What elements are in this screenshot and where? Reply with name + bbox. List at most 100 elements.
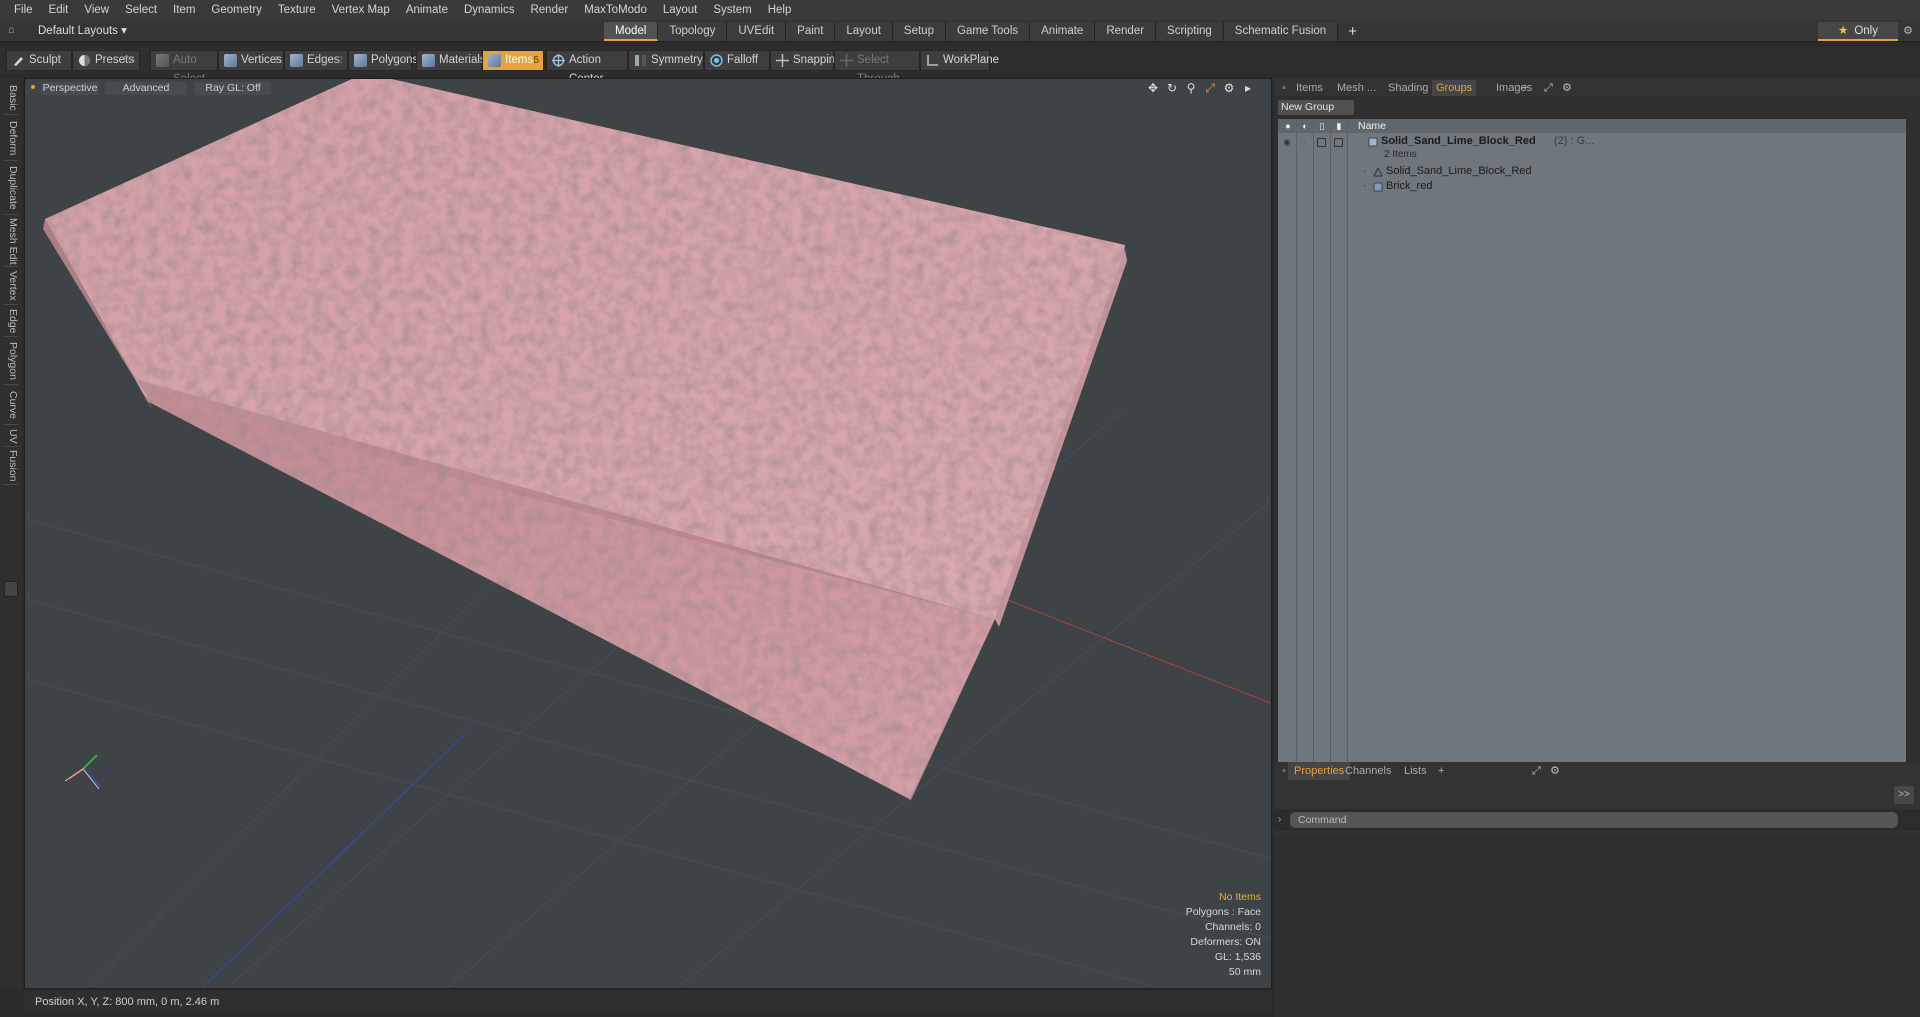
- items-button[interactable]: Items 5: [482, 50, 544, 71]
- command-input[interactable]: Command: [1290, 812, 1898, 828]
- group-child-row[interactable]: · Solid_Sand_Lime_Block_Red: [1278, 165, 1906, 180]
- viewport-gear-icon[interactable]: ⚙: [1222, 81, 1236, 95]
- tab-scripting[interactable]: Scripting: [1156, 22, 1224, 41]
- home-icon[interactable]: ⌂: [8, 24, 20, 36]
- name-column-header[interactable]: Name: [1358, 120, 1386, 132]
- select-column-icon[interactable]: ▮: [1334, 121, 1344, 131]
- bottom-maximize-icon[interactable]: ⤢: [1532, 762, 1541, 780]
- tab-schematic-fusion[interactable]: Schematic Fusion: [1223, 22, 1339, 41]
- tab-render[interactable]: Render: [1095, 22, 1157, 41]
- tab-game-tools[interactable]: Game Tools: [945, 22, 1031, 41]
- tab-uvedit[interactable]: UVEdit: [727, 22, 787, 41]
- only-button[interactable]: ★ Only: [1818, 22, 1898, 41]
- tab-layout[interactable]: Layout: [835, 22, 893, 41]
- action-center-button[interactable]: Action Center: [546, 50, 628, 85]
- left-tab-uv[interactable]: UV: [3, 426, 19, 446]
- left-tab-fusion[interactable]: Fusion: [3, 448, 19, 484]
- left-tab-mesh-edit[interactable]: Mesh Edit: [3, 216, 19, 266]
- tab-lists[interactable]: Lists: [1404, 762, 1427, 780]
- left-tab-basic[interactable]: Basic: [3, 82, 19, 114]
- polygons-button[interactable]: Polygons: [348, 50, 418, 71]
- tab-paint[interactable]: Paint: [786, 22, 836, 41]
- menu-item-file[interactable]: File: [6, 0, 41, 20]
- menu-item-select[interactable]: Select: [117, 0, 165, 20]
- fit-view-icon[interactable]: ⤢: [1203, 81, 1217, 95]
- tab-channels[interactable]: Channels: [1345, 762, 1391, 780]
- auto-select-button[interactable]: Auto Select: [150, 50, 218, 85]
- menu-item-item[interactable]: Item: [165, 0, 203, 20]
- 3d-viewport[interactable]: Perspective Advanced Ray GL: Off ✥ ↻ ⚲ ⤢…: [24, 78, 1272, 989]
- menu-item-geometry[interactable]: Geometry: [203, 0, 270, 20]
- expand-button[interactable]: >>: [1894, 786, 1914, 804]
- tab-mesh[interactable]: Mesh ...: [1337, 80, 1376, 96]
- snapping-button[interactable]: Snapping: [770, 50, 842, 71]
- panel-toggle-button[interactable]: [4, 581, 18, 597]
- left-tab-polygon[interactable]: Polygon: [3, 338, 19, 384]
- tab-setup[interactable]: Setup: [892, 22, 946, 41]
- left-tab-duplicate[interactable]: Duplicate: [3, 162, 19, 214]
- left-tab-deform[interactable]: Deform: [3, 116, 19, 160]
- tab-items[interactable]: Items: [1296, 80, 1323, 96]
- command-arrow-icon[interactable]: ›: [1278, 814, 1281, 825]
- shading-button[interactable]: Advanced: [105, 82, 187, 95]
- menu-item-system[interactable]: System: [705, 0, 759, 20]
- raygl-button[interactable]: Ray GL: Off: [195, 82, 271, 95]
- workplane-button[interactable]: WorkPlane: [920, 50, 999, 71]
- bottom-gear-icon[interactable]: ⚙: [1550, 762, 1560, 780]
- menu-item-edit[interactable]: Edit: [41, 0, 77, 20]
- menu-item-dynamics[interactable]: Dynamics: [456, 0, 522, 20]
- new-group-button[interactable]: New Group: [1278, 100, 1354, 115]
- presets-button[interactable]: Presets F6: [72, 50, 140, 71]
- groups-list[interactable]: ● ◐ ▯ ▮ Name ◉ ◌ Solid_Sand_Lime_Block_R…: [1278, 119, 1906, 823]
- view-mode-button[interactable]: Perspective: [41, 82, 99, 95]
- add-tab-button[interactable]: +: [1522, 80, 1528, 96]
- render-column-icon[interactable]: ◐: [1300, 121, 1310, 131]
- brick-mesh[interactable]: [43, 79, 1127, 800]
- tab-properties[interactable]: Properties: [1288, 762, 1351, 780]
- edges-button[interactable]: Edges 2: [284, 50, 348, 71]
- bottom-panel-menu-dot[interactable]: ▪: [1282, 762, 1286, 780]
- sculpt-button[interactable]: Sculpt: [6, 50, 72, 71]
- left-tab-vertex[interactable]: Vertex: [3, 268, 19, 304]
- menu-item-render[interactable]: Render: [522, 0, 576, 20]
- tab-shading[interactable]: Shading: [1388, 80, 1428, 96]
- viewport-expand-icon[interactable]: ▸: [1241, 81, 1255, 95]
- select-checkbox[interactable]: [1334, 138, 1343, 147]
- lock-checkbox[interactable]: [1317, 138, 1326, 147]
- tab-topology[interactable]: Topology: [658, 22, 728, 41]
- lock-column-icon[interactable]: ▯: [1317, 121, 1327, 131]
- viewport-menu-dot[interactable]: [31, 85, 35, 89]
- menu-item-help[interactable]: Help: [760, 0, 800, 20]
- rotate-view-icon[interactable]: ↻: [1165, 81, 1179, 95]
- menu-item-view[interactable]: View: [76, 0, 117, 20]
- maximize-icon[interactable]: ⤢: [1544, 80, 1553, 96]
- add-bottom-tab-button[interactable]: +: [1438, 762, 1444, 780]
- visibility-column-icon[interactable]: ●: [1283, 121, 1293, 131]
- left-tab-curve[interactable]: Curve: [3, 386, 19, 424]
- falloff-button[interactable]: Falloff: [704, 50, 770, 71]
- layouts-dropdown[interactable]: Default Layouts ▾: [38, 23, 127, 37]
- menu-item-layout[interactable]: Layout: [655, 0, 706, 20]
- left-tab-edge[interactable]: Edge: [3, 306, 19, 336]
- symmetry-button[interactable]: Symmetry: [628, 50, 704, 71]
- vertices-button[interactable]: Vertices 1: [218, 50, 284, 71]
- zoom-icon[interactable]: ⚲: [1184, 81, 1198, 95]
- add-layout-tab-button[interactable]: +: [1338, 22, 1367, 41]
- visibility-eye-icon[interactable]: ◉: [1283, 137, 1293, 147]
- tab-model[interactable]: Model: [604, 22, 659, 41]
- panel-gear-icon[interactable]: ⚙: [1562, 80, 1572, 96]
- gear-icon[interactable]: ⚙: [1898, 22, 1918, 41]
- menu-item-maxtomodo[interactable]: MaxToModo: [576, 0, 655, 20]
- group-child-row[interactable]: · Brick_red: [1278, 180, 1906, 195]
- menu-item-vertex-map[interactable]: Vertex Map: [324, 0, 398, 20]
- tab-animate[interactable]: Animate: [1030, 22, 1096, 41]
- group-row[interactable]: ◉ ◌ Solid_Sand_Lime_Block_Red (2) : G...…: [1278, 135, 1906, 163]
- move-view-icon[interactable]: ✥: [1146, 81, 1160, 95]
- panel-menu-dot[interactable]: ▪: [1282, 80, 1286, 96]
- tab-groups[interactable]: Groups: [1432, 80, 1477, 96]
- render-eye-icon[interactable]: ◌: [1300, 137, 1310, 147]
- menu-item-texture[interactable]: Texture: [270, 0, 324, 20]
- select-through-button[interactable]: Select Through: [834, 50, 920, 85]
- materials-button[interactable]: Materials: [416, 50, 486, 71]
- menu-item-animate[interactable]: Animate: [398, 0, 456, 20]
